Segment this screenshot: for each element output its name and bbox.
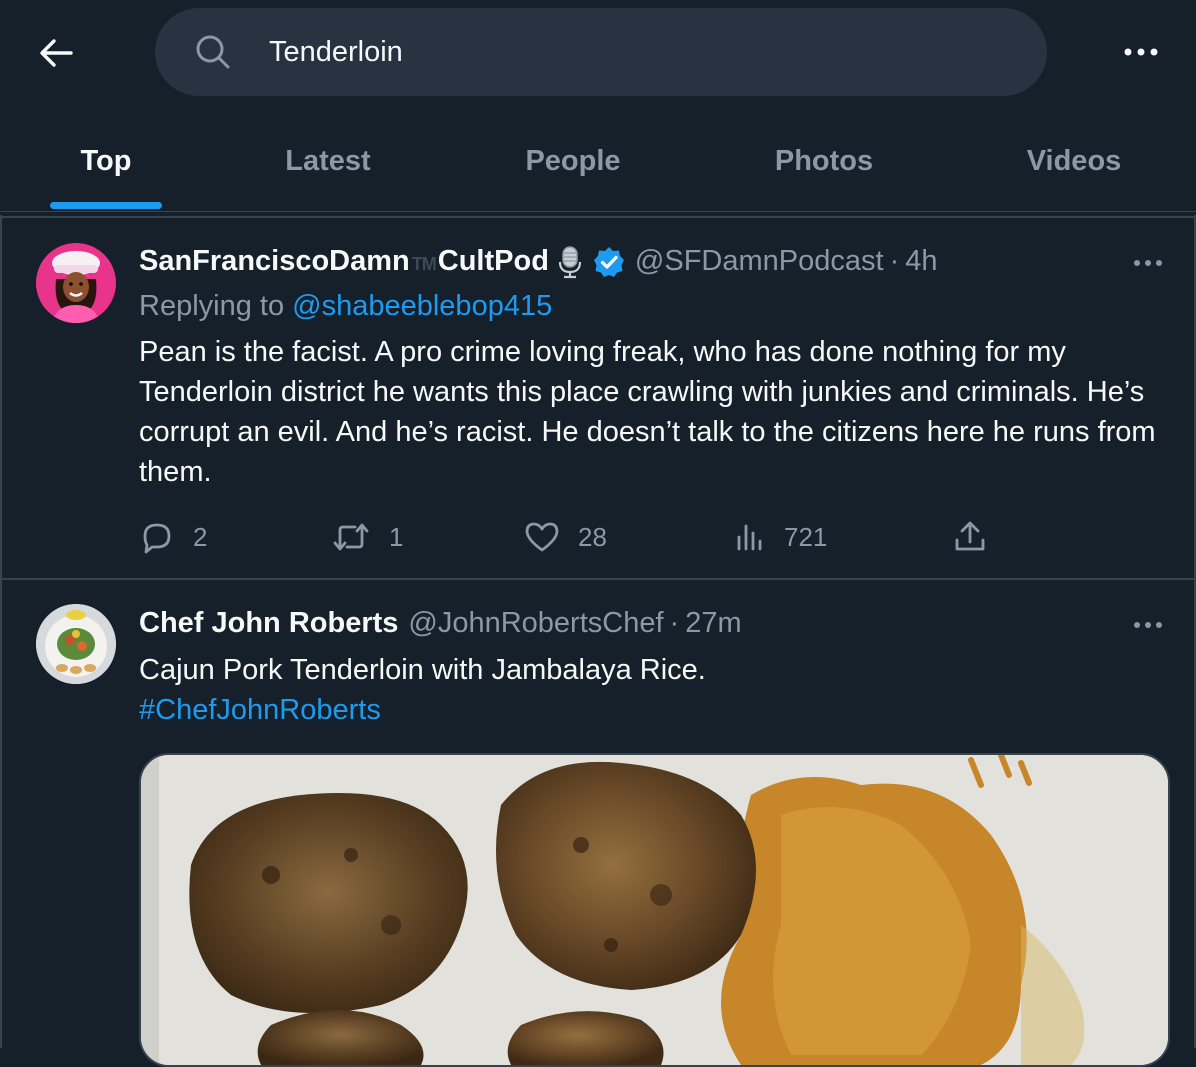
tweet-media-photo[interactable] — [139, 753, 1170, 1067]
tweet-text-content: Cajun Pork Tenderloin with Jambalaya Ric… — [139, 654, 706, 686]
more-horizontal-icon — [1134, 622, 1162, 628]
user-handle[interactable]: @JohnRobertsChef — [408, 607, 663, 640]
avatar[interactable] — [36, 604, 116, 684]
separator-dot: · — [669, 607, 680, 639]
tweet-more-button[interactable] — [1128, 610, 1168, 640]
tweet-header: Chef John Roberts @JohnRobertsChef · 27m — [139, 607, 742, 640]
tweet-timestamp[interactable]: 27m — [685, 607, 741, 640]
hashtag-link[interactable]: #ChefJohnRoberts — [139, 694, 381, 726]
avatar-image — [36, 604, 116, 684]
tweet-johnrobertschef[interactable]: Chef John Roberts @JohnRobertsChef · 27m… — [0, 0, 1196, 1067]
display-name[interactable]: Chef John Roberts — [139, 607, 398, 640]
food-photo — [141, 755, 1168, 1065]
tweet-text: Cajun Pork Tenderloin with Jambalaya Ric… — [139, 650, 1169, 730]
